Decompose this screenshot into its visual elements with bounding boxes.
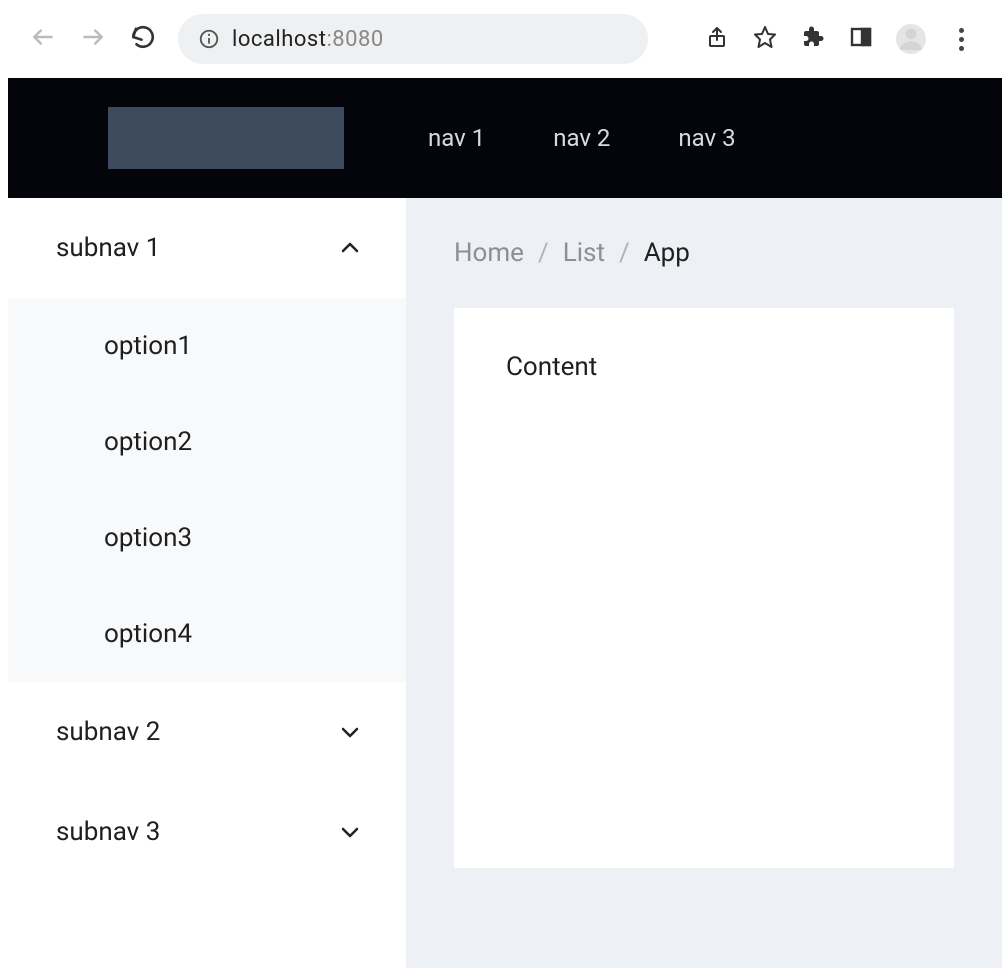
subnav-item-3[interactable]: subnav 3: [8, 782, 406, 882]
option-item-3[interactable]: option3: [8, 490, 406, 586]
content-card: Content: [454, 308, 954, 868]
breadcrumb-separator: /: [619, 238, 630, 268]
reload-button[interactable]: [128, 24, 158, 54]
subnav-label: subnav 1: [56, 233, 160, 263]
option-item-2[interactable]: option2: [8, 394, 406, 490]
reload-icon: [130, 24, 156, 54]
top-nav-item-1[interactable]: nav 1: [428, 124, 485, 152]
chevron-up-icon: [338, 236, 362, 260]
address-bar[interactable]: localhost:8080: [178, 14, 648, 64]
puzzle-icon: [801, 25, 825, 53]
subnav-label: subnav 2: [56, 717, 160, 747]
site-info-icon[interactable]: [198, 28, 220, 50]
breadcrumb-separator: /: [538, 238, 549, 268]
forward-button[interactable]: [78, 24, 108, 54]
option-item-4[interactable]: option4: [8, 586, 406, 682]
panel-toggle-button[interactable]: [848, 26, 874, 52]
star-icon: [753, 25, 777, 53]
bookmark-button[interactable]: [752, 26, 778, 52]
breadcrumb-current: App: [644, 238, 690, 268]
top-nav-item-2[interactable]: nav 2: [553, 124, 610, 152]
subnav-item-1[interactable]: subnav 1: [8, 198, 406, 298]
back-button[interactable]: [28, 24, 58, 54]
chevron-down-icon: [338, 720, 362, 744]
avatar-icon: [898, 24, 924, 54]
logo-placeholder: [108, 107, 344, 169]
sidebar: subnav 1 option1 option2 option3 option4…: [8, 198, 406, 968]
panel-icon: [849, 25, 873, 53]
kebab-icon: [959, 28, 964, 51]
arrow-left-icon: [30, 24, 56, 54]
main-content: Home / List / App Content: [406, 198, 1002, 968]
content-text: Content: [506, 352, 597, 382]
top-nav-item-3[interactable]: nav 3: [678, 124, 735, 152]
more-button[interactable]: [948, 26, 974, 52]
breadcrumb: Home / List / App: [454, 238, 954, 268]
browser-toolbar: localhost:8080: [0, 0, 1002, 78]
url-text: localhost:8080: [232, 27, 384, 52]
app-header: nav 1 nav 2 nav 3: [8, 78, 1002, 198]
option-item-1[interactable]: option1: [8, 298, 406, 394]
share-icon: [705, 25, 729, 53]
arrow-right-icon: [80, 24, 106, 54]
share-button[interactable]: [704, 26, 730, 52]
chevron-down-icon: [338, 820, 362, 844]
subnav-1-children: option1 option2 option3 option4: [8, 298, 406, 682]
breadcrumb-home[interactable]: Home: [454, 238, 524, 268]
extensions-button[interactable]: [800, 26, 826, 52]
subnav-label: subnav 3: [56, 817, 160, 847]
subnav-item-2[interactable]: subnav 2: [8, 682, 406, 782]
breadcrumb-list[interactable]: List: [563, 238, 605, 268]
profile-button[interactable]: [896, 24, 926, 54]
